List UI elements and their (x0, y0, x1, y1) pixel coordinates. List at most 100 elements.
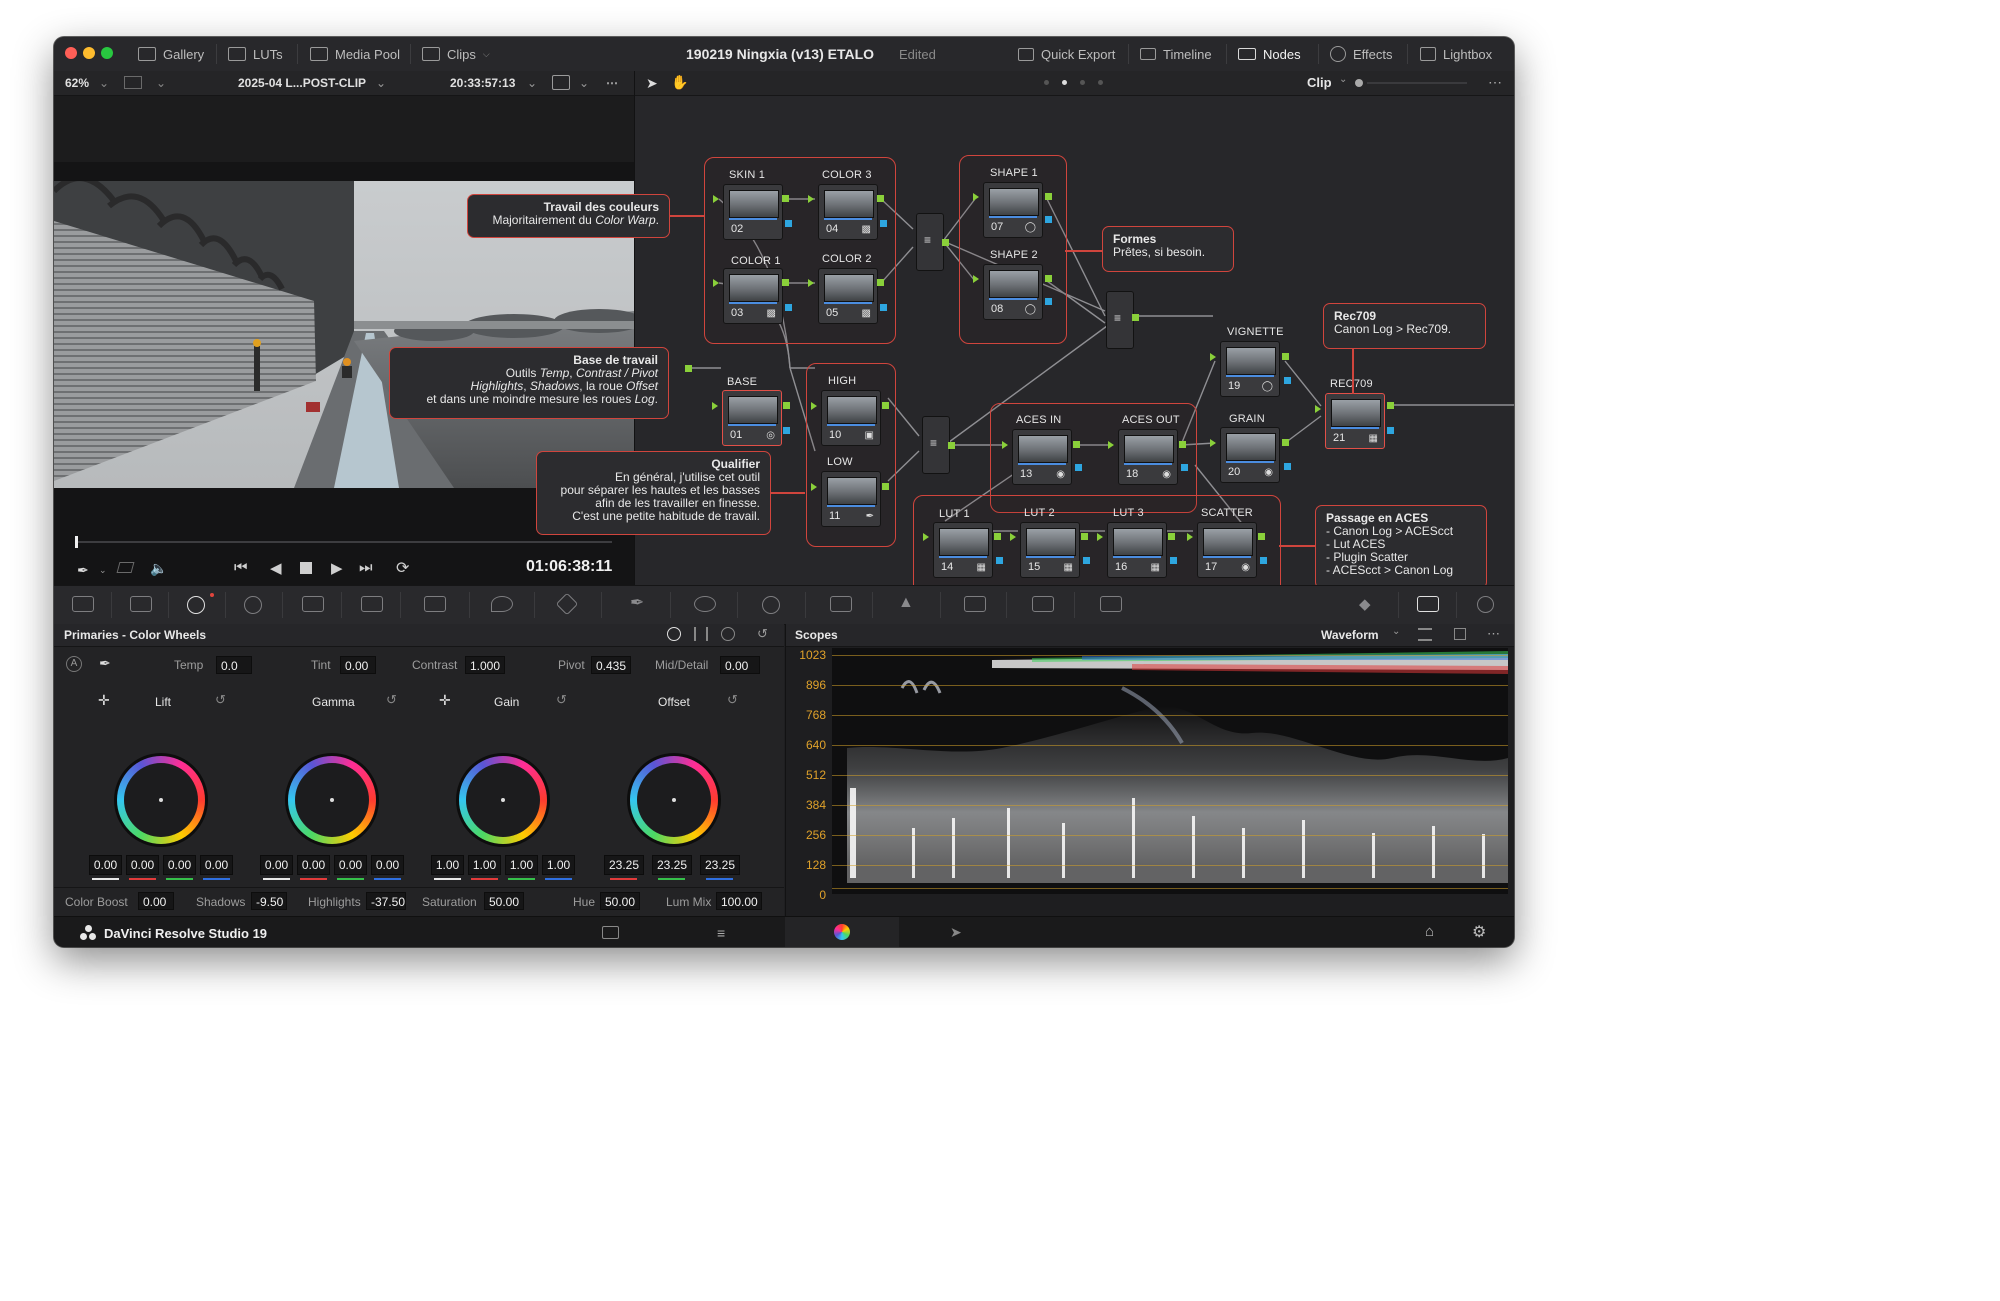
hq-icon[interactable] (552, 75, 570, 90)
nodes-button[interactable]: Nodes (1238, 37, 1301, 71)
reset-all-icon[interactable]: ↺ (757, 626, 768, 642)
scope-type-select[interactable]: Waveform (1321, 628, 1379, 642)
white-balance-picker-icon[interactable]: ✒ (99, 655, 111, 672)
edit-page-icon[interactable]: ≡ (717, 925, 725, 941)
node-grain[interactable]: 20 ◉ (1220, 427, 1280, 483)
tint-field[interactable]: 0.00 (340, 656, 376, 674)
viewer-mode-icon[interactable] (124, 76, 142, 89)
note-base[interactable]: Base de travail Outils Temp, Contrast / … (389, 347, 669, 419)
gamma-r-field[interactable]: 0.00 (297, 855, 330, 875)
home-icon[interactable]: ⌂ (1425, 923, 1434, 940)
pivot-field[interactable]: 0.435 (591, 656, 631, 674)
sizing-icon[interactable] (1032, 596, 1054, 612)
offset-r-field[interactable]: 23.25 (604, 855, 644, 875)
window-icon[interactable] (694, 596, 716, 612)
qualifier-icon[interactable]: ✒ (630, 593, 644, 613)
scope-settings-icon[interactable] (1418, 628, 1432, 641)
scope-type-chevron-icon[interactable]: ⌄ (1392, 626, 1400, 637)
expand-scope-icon[interactable] (1454, 628, 1466, 640)
playhead[interactable] (75, 536, 78, 548)
mid-detail-field[interactable]: 0.00 (720, 656, 760, 674)
layer-mixer-node[interactable]: ≡ (1106, 291, 1134, 349)
gamma-g-field[interactable]: 0.00 (334, 855, 367, 875)
viewer-zoom[interactable]: 62% (65, 76, 89, 90)
more-options-icon[interactable]: ⋯ (606, 76, 618, 90)
tracker-icon[interactable] (762, 596, 780, 614)
color-warper-mesh-icon[interactable] (555, 592, 579, 616)
gain-picker-icon[interactable]: ✛ (439, 692, 451, 709)
timecode-chevron-icon[interactable]: ⌄ (527, 76, 537, 90)
volume-icon[interactable]: 🔈 (150, 560, 167, 577)
note-formes[interactable]: Formes Prêtes, si besoin. (1102, 226, 1234, 272)
color-boost-field[interactable]: 0.00 (138, 892, 174, 910)
lift-picker-icon[interactable]: ✛ (98, 692, 110, 709)
node-vignette[interactable]: 19 ◯ (1220, 341, 1280, 397)
info-icon[interactable] (1477, 596, 1494, 613)
saturation-field[interactable]: 50.00 (484, 892, 524, 910)
gamma-reset-icon[interactable]: ↺ (386, 692, 397, 708)
node-lut-2[interactable]: 15 ▦ (1020, 522, 1080, 578)
note-aces[interactable]: Passage en ACES - Canon Log > ACEScct - … (1315, 505, 1487, 589)
layer-mixer-node[interactable]: ≡ (916, 213, 944, 271)
zoom-chevron-icon[interactable]: ⌄ (99, 76, 109, 90)
camera-raw-icon[interactable] (72, 596, 94, 612)
gain-reset-icon[interactable]: ↺ (556, 692, 567, 708)
lift-r-field[interactable]: 0.00 (126, 855, 159, 875)
layer-mixer-node[interactable]: ≡ (922, 416, 950, 474)
play-reverse-icon[interactable]: ◀ (270, 559, 282, 577)
scope-more-icon[interactable]: ⋯ (1487, 626, 1500, 642)
gamma-wheel[interactable] (288, 756, 376, 844)
note-qualifier[interactable]: Qualifier En général, j'utilise cet outi… (536, 451, 771, 535)
temp-field[interactable]: 0.0 (216, 656, 252, 674)
go-to-start-icon[interactable]: ⏮ (234, 559, 248, 576)
layers-icon[interactable] (116, 562, 135, 573)
node-scatter[interactable]: 17 ◉ (1197, 522, 1257, 578)
deliver-page-icon[interactable]: ➤ (950, 924, 962, 941)
node-color-1[interactable]: 03 ▩ (723, 268, 783, 324)
viewer-mode-chevron-icon[interactable]: ⌄ (156, 76, 166, 90)
magic-mask-icon[interactable] (830, 596, 852, 612)
curves-icon[interactable] (424, 596, 446, 612)
zoom-window-button[interactable] (101, 47, 113, 59)
media-page-icon[interactable] (602, 926, 619, 939)
close-window-button[interactable] (65, 47, 77, 59)
lightbox-button[interactable]: Lightbox (1420, 37, 1492, 71)
scopes-icon[interactable] (1417, 596, 1439, 612)
note-rec709[interactable]: Rec709 Canon Log > Rec709. (1323, 303, 1486, 349)
settings-gear-icon[interactable]: ⚙ (1472, 922, 1486, 942)
node-color-2[interactable]: 05 ▩ (818, 268, 878, 324)
node-shape-1[interactable]: 07 ◯ (983, 182, 1043, 238)
gain-g-field[interactable]: 1.00 (505, 855, 538, 875)
stop-icon[interactable] (300, 562, 312, 574)
color-page-tab[interactable] (785, 917, 899, 947)
lift-wheel[interactable] (117, 756, 205, 844)
auto-balance-icon[interactable]: A (66, 656, 82, 672)
node-shape-2[interactable]: 08 ◯ (983, 264, 1043, 320)
node-lut-1[interactable]: 14 ▦ (933, 522, 993, 578)
contrast-field[interactable]: 1.000 (465, 656, 505, 674)
key-icon[interactable] (964, 596, 986, 612)
hue-field[interactable]: 50.00 (600, 892, 640, 910)
lum-mix-field[interactable]: 100.00 (716, 892, 762, 910)
highlights-field[interactable]: -37.50 (366, 892, 406, 910)
gain-y-field[interactable]: 1.00 (431, 855, 464, 875)
primaries-wheels-icon[interactable] (187, 596, 205, 614)
timeline-button[interactable]: Timeline (1140, 37, 1212, 71)
go-to-end-icon[interactable]: ⏭ (359, 559, 373, 576)
luts-button[interactable]: LUTs (228, 37, 283, 71)
primaries-bars-mode-icon[interactable] (694, 627, 708, 641)
eyedropper-chevron-icon[interactable]: ⌄ (99, 565, 107, 576)
offset-wheel[interactable] (630, 756, 718, 844)
eyedropper-tool-icon[interactable]: ✒ (77, 562, 89, 579)
offset-g-field[interactable]: 23.25 (652, 855, 692, 875)
clip-chevron-icon[interactable]: ⌄ (376, 76, 386, 90)
node-base[interactable]: 01 ◎ (722, 390, 782, 446)
node-aces-out[interactable]: 18 ◉ (1118, 429, 1178, 485)
media-pool-button[interactable]: Media Pool (310, 37, 400, 71)
gain-r-field[interactable]: 1.00 (468, 855, 501, 875)
lift-g-field[interactable]: 0.00 (163, 855, 196, 875)
clips-button[interactable]: Clips ⌵ (422, 37, 490, 71)
node-high[interactable]: 10 ▣ (821, 390, 881, 446)
shadows-field[interactable]: -9.50 (251, 892, 287, 910)
color-warper-icon[interactable] (491, 596, 513, 612)
